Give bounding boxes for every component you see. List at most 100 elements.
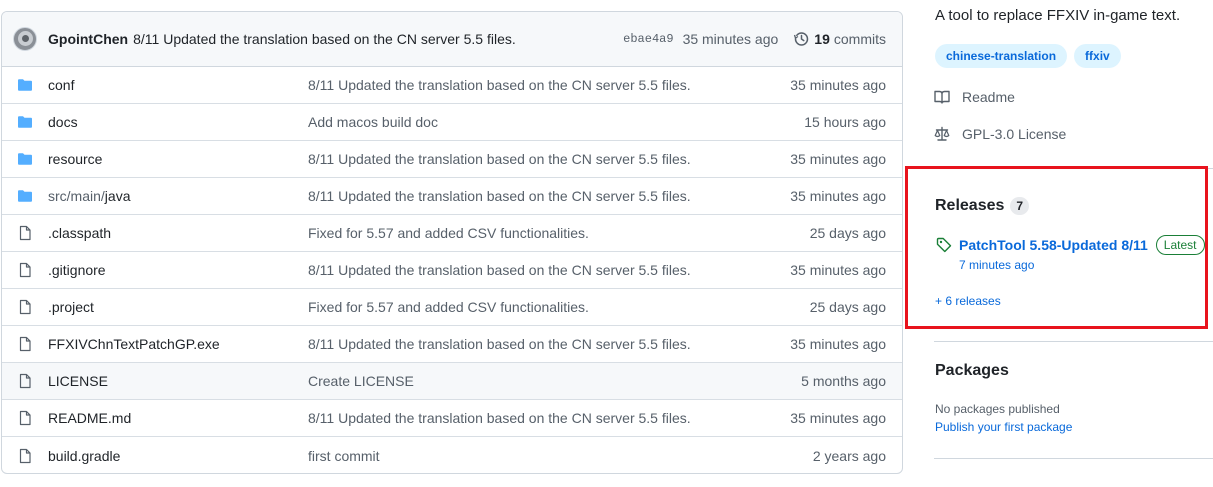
file-icon (19, 225, 31, 241)
file-name-link[interactable]: FFXIVChnTextPatchGP.exe (48, 336, 308, 352)
file-name-link[interactable]: .classpath (48, 225, 308, 241)
divider (934, 341, 1213, 342)
file-commit-age: 5 months ago (801, 373, 886, 389)
file-row[interactable]: README.md 8/11 Updated the translation ba… (2, 400, 902, 437)
folder-icon (18, 190, 32, 202)
file-commit-message[interactable]: Create LICENSE (308, 373, 801, 389)
file-commit-message[interactable]: 8/11 Updated the translation based on th… (308, 151, 790, 167)
topic-list: chinese-translation ffxiv (935, 44, 1128, 68)
file-name[interactable]: conf (48, 77, 74, 93)
book-icon (934, 90, 950, 104)
file-commit-age: 35 minutes ago (790, 188, 886, 204)
file-commit-age: 35 minutes ago (790, 151, 886, 167)
commit-count: 19 (814, 31, 830, 47)
file-row[interactable]: .gitignore 8/11 Updated the translation b… (2, 252, 902, 289)
file-commit-age: 35 minutes ago (790, 77, 886, 93)
file-name[interactable]: build.gradle (48, 448, 120, 464)
topic-tag[interactable]: ffxiv (1074, 44, 1121, 68)
file-commit-message[interactable]: 8/11 Updated the translation based on th… (308, 262, 790, 278)
file-name[interactable]: docs (48, 114, 78, 130)
file-icon-wrap (17, 448, 33, 464)
file-commit-age: 35 minutes ago (790, 410, 886, 426)
latest-badge: Latest (1155, 235, 1205, 255)
file-name-link[interactable]: LICENSE (48, 373, 308, 389)
file-row[interactable]: src/main/java 8/11 Updated the translatio… (2, 178, 902, 215)
file-icon (19, 299, 31, 315)
commit-time: 35 minutes ago (682, 31, 779, 47)
file-name-link[interactable]: README.md (48, 410, 308, 426)
releases-title: Releases (935, 197, 1005, 214)
file-commit-message[interactable]: 8/11 Updated the translation based on th… (308, 188, 790, 204)
file-row[interactable]: build.gradle first commit 2 years ago (2, 437, 902, 473)
file-name[interactable]: LICENSE (48, 373, 108, 389)
file-commit-message[interactable]: Add macos build doc (308, 114, 804, 130)
topic-tag[interactable]: chinese-translation (935, 44, 1068, 68)
file-commit-message[interactable]: Fixed for 5.57 and added CSV functionali… (308, 225, 810, 241)
file-row[interactable]: .project Fixed for 5.57 and added CSV fun… (2, 289, 902, 326)
file-row[interactable]: .classpath Fixed for 5.57 and added CSV f… (2, 215, 902, 252)
readme-link[interactable]: Readme (934, 89, 1015, 105)
file-icon (19, 448, 31, 463)
file-name-link[interactable]: src/main/java (48, 188, 308, 204)
file-name[interactable]: .project (48, 299, 94, 315)
file-commit-message[interactable]: 8/11 Updated the translation based on th… (308, 410, 790, 426)
file-name[interactable]: .gitignore (48, 262, 106, 278)
commit-sha[interactable]: ebae4a9 (623, 32, 673, 46)
file-commit-message[interactable]: Fixed for 5.57 and added CSV functionali… (308, 299, 810, 315)
avatar[interactable] (13, 27, 37, 51)
file-icon (19, 373, 31, 389)
file-icon (19, 336, 31, 352)
folder-icon (18, 79, 32, 91)
folder-icon-wrap (17, 114, 33, 130)
file-commit-message[interactable]: first commit (308, 448, 813, 464)
divider (934, 458, 1213, 459)
file-commit-age: 25 days ago (809, 225, 886, 241)
file-name[interactable]: resource (48, 151, 102, 167)
file-icon-wrap (17, 262, 33, 278)
file-name-link[interactable]: build.gradle (48, 448, 308, 464)
publish-package-link[interactable]: Publish your first package (935, 420, 1072, 434)
folder-icon (18, 153, 32, 165)
file-browser: GpointChen 8/11 Updated the translation … (1, 11, 903, 474)
file-list: conf 8/11 Updated the translation based o… (2, 67, 902, 473)
commit-author[interactable]: GpointChen (48, 31, 128, 47)
file-row[interactable]: FFXIVChnTextPatchGP.exe 8/11 Updated the … (2, 326, 902, 363)
latest-release-link[interactable]: PatchTool 5.58-Updated 8/11 Latest (936, 235, 1205, 255)
file-icon-wrap (17, 299, 33, 315)
commit-message[interactable]: 8/11 Updated the translation based on th… (133, 31, 623, 47)
releases-count: 7 (1010, 197, 1030, 215)
file-icon-wrap (17, 336, 33, 352)
folder-icon-wrap (17, 151, 33, 167)
file-name[interactable]: FFXIVChnTextPatchGP.exe (48, 336, 220, 352)
file-name[interactable]: README.md (48, 410, 131, 426)
file-name-link[interactable]: conf (48, 77, 308, 93)
file-name[interactable]: .classpath (48, 225, 111, 241)
commit-history-link[interactable]: 19 commits (793, 31, 886, 47)
file-name-prefix[interactable]: src/main/ (48, 188, 105, 204)
file-row[interactable]: docs Add macos build doc 15 hours ago (2, 104, 902, 141)
file-name[interactable]: java (105, 188, 131, 204)
tag-icon (936, 237, 952, 253)
file-commit-age: 2 years ago (812, 447, 886, 464)
no-packages-text: No packages published (935, 402, 1060, 416)
law-icon (934, 126, 950, 141)
file-commit-message[interactable]: 8/11 Updated the translation based on th… (308, 336, 790, 352)
file-commit-message[interactable]: 8/11 Updated the translation based on th… (308, 77, 790, 93)
file-name-link[interactable]: docs (48, 114, 308, 130)
latest-release-name[interactable]: PatchTool 5.58-Updated 8/11 (959, 237, 1148, 253)
packages-heading[interactable]: Packages (935, 362, 1009, 380)
license-link[interactable]: GPL-3.0 License (934, 126, 1066, 142)
file-row[interactable]: conf 8/11 Updated the translation based o… (2, 67, 902, 104)
file-name-link[interactable]: .project (48, 299, 308, 315)
more-releases-link[interactable]: + 6 releases (935, 294, 1001, 308)
history-icon (794, 32, 809, 46)
file-name-link[interactable]: resource (48, 151, 308, 167)
file-row[interactable]: LICENSE Create LICENSE 5 months ago (2, 363, 902, 400)
file-icon-wrap (17, 373, 33, 389)
file-name-link[interactable]: .gitignore (48, 262, 308, 278)
releases-heading[interactable]: Releases 7 (935, 197, 1030, 215)
file-commit-age: 35 minutes ago (790, 336, 886, 352)
readme-label: Readme (962, 89, 1015, 105)
file-row[interactable]: resource 8/11 Updated the translation bas… (2, 141, 902, 178)
folder-icon-wrap (17, 77, 33, 93)
